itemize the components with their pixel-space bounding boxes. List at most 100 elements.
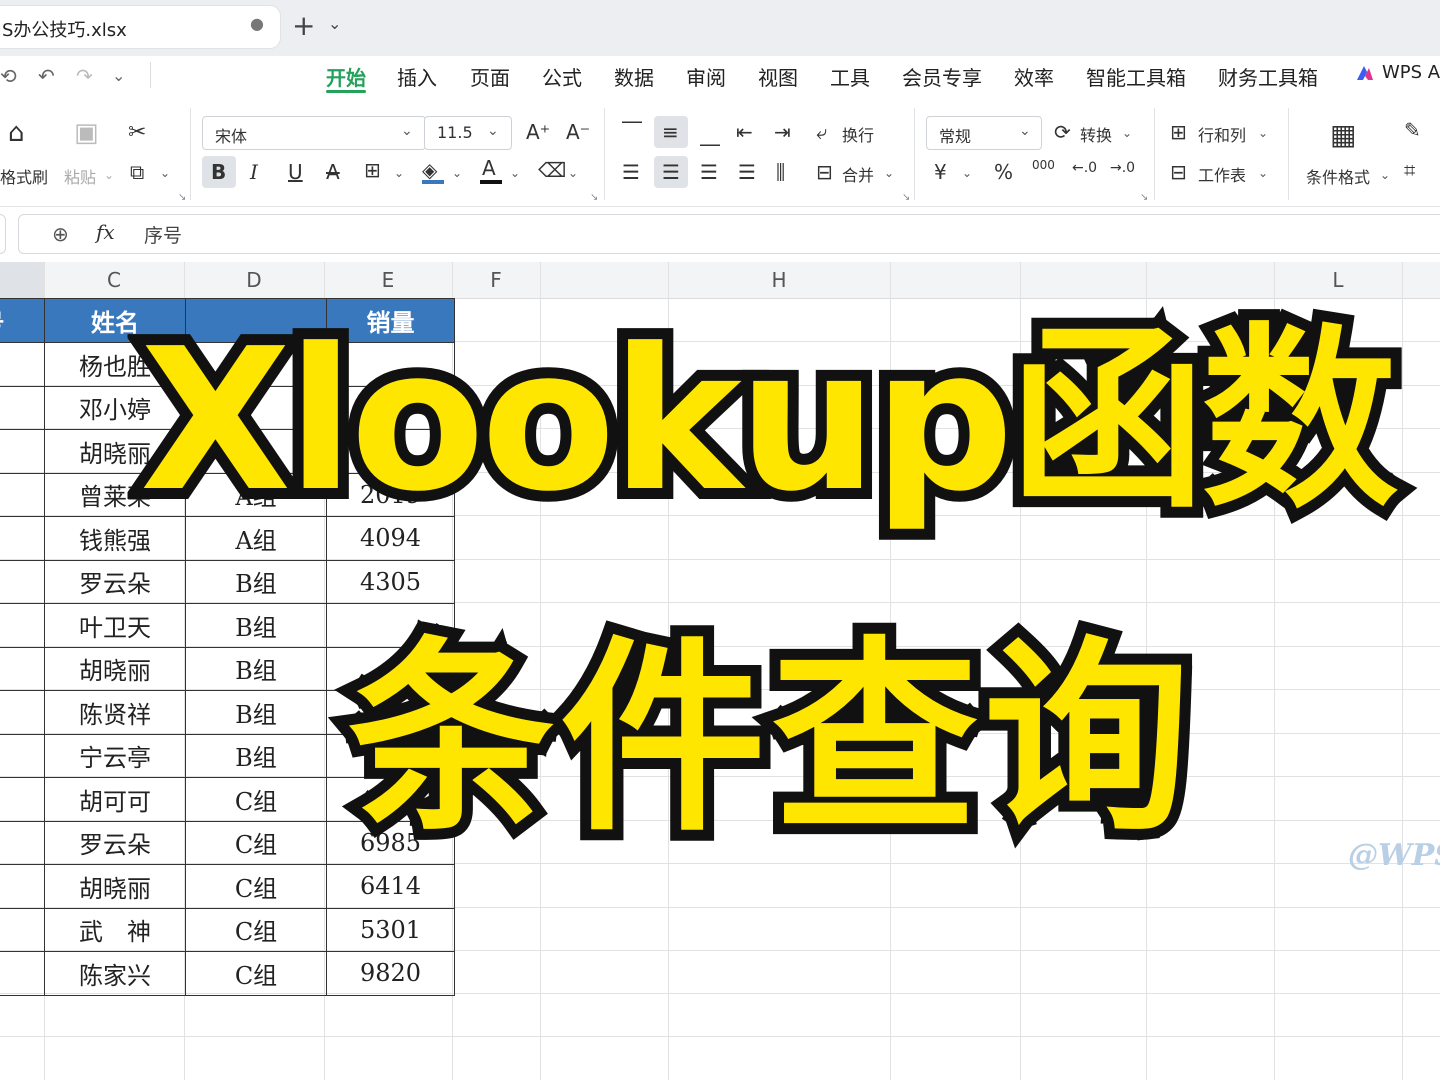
align-right-icon[interactable]: ☰ [700,160,718,184]
table-cell[interactable]: 0 [0,733,45,778]
justify-icon[interactable]: ☰ [738,160,756,184]
table-cell[interactable]: C组 [185,951,327,996]
table-format-icon[interactable]: ⌗ [1404,158,1415,182]
decrease-decimal-icon[interactable]: →.0 [1110,160,1135,176]
conditional-format-icon[interactable]: ▦ [1330,118,1356,151]
table-cell[interactable] [0,603,45,648]
table-cell[interactable]: 5 [0,951,45,996]
table-cell[interactable]: 2 [0,864,45,909]
currency-icon[interactable]: ¥ [934,160,947,184]
worksheet-label[interactable]: 工作表 [1198,162,1246,186]
convert-label[interactable]: 转换 [1080,122,1112,146]
dialog-launcher-icon[interactable]: ↘ [590,192,598,203]
selected-column-header[interactable] [0,262,44,298]
increase-decimal-icon[interactable]: ←.0 [1072,160,1097,176]
table-cell[interactable]: 1 [0,820,45,865]
convert-icon[interactable]: ⟳ [1054,120,1071,144]
chevron-down-icon[interactable]: ⌄ [1258,166,1268,180]
menu-smart-toolbox[interactable]: 智能工具箱 [1086,62,1186,91]
table-cell[interactable]: 9820 [326,951,455,996]
table-cell[interactable]: 宁云亭 [44,733,186,778]
bold-button[interactable]: B [211,160,226,184]
italic-button[interactable]: I [250,160,258,184]
chevron-down-icon[interactable]: ⌄ [1380,168,1390,182]
align-left-icon[interactable]: ☰ [622,160,640,184]
chevron-down-icon[interactable]: ⌄ [1122,126,1132,140]
redo-icon[interactable]: ↷ [76,64,93,88]
close-tab-icon[interactable]: ● [250,14,264,33]
table-header-cell[interactable]: 号 [0,298,45,343]
align-bottom-icon[interactable]: ⎽ [700,122,720,146]
table-cell[interactable] [0,342,45,387]
table-cell[interactable]: C组 [185,820,327,865]
dialog-launcher-icon[interactable]: ↘ [1140,192,1148,203]
table-cell[interactable] [0,516,45,561]
chevron-down-icon[interactable]: ⌄ [160,166,170,180]
chevron-down-icon[interactable]: ⌄ [962,166,972,180]
underline-button[interactable]: U [288,160,303,184]
table-cell[interactable]: 4 [0,907,45,952]
paste-icon[interactable]: ▣ [74,118,99,148]
menu-member[interactable]: 会员专享 [902,62,982,91]
chevron-down-icon[interactable]: ⌄ [452,166,462,180]
table-cell[interactable] [0,646,45,691]
font-color-icon[interactable]: A [482,156,496,180]
table-cell[interactable] [0,385,45,430]
document-tab[interactable]: S办公技巧.xlsx ● [0,6,280,48]
wrap-text-label[interactable]: 换行 [842,122,874,146]
menu-page[interactable]: 页面 [470,62,510,91]
table-cell[interactable]: 3 [0,777,45,822]
chevron-down-icon[interactable]: ⌄ [884,166,894,180]
chevron-down-icon[interactable]: ⌄ [104,168,114,182]
table-cell[interactable]: B组 [185,559,327,604]
number-format-select[interactable]: 常规 ⌄ [926,116,1042,150]
table-cell[interactable] [0,472,45,517]
table-cell[interactable]: C组 [185,864,327,909]
table-cell[interactable]: 6414 [326,864,455,909]
percent-icon[interactable]: % [994,160,1013,184]
table-cell[interactable]: C组 [185,777,327,822]
decrease-font-icon[interactable]: A⁻ [566,120,590,144]
table-cell[interactable]: B组 [185,646,327,691]
rows-cols-icon[interactable]: ⊞ [1170,120,1187,144]
format-painter-label[interactable]: 格式刷 [0,164,48,188]
function-icon[interactable]: fx [96,220,115,244]
table-cell[interactable]: 叶卫天 [44,603,186,648]
menu-review[interactable]: 审阅 [686,62,726,91]
menu-tools[interactable]: 工具 [830,62,870,91]
menu-view[interactable]: 视图 [758,62,798,91]
menu-finance-toolbox[interactable]: 财务工具箱 [1218,62,1318,91]
table-cell[interactable]: 罗云朵 [44,820,186,865]
chevron-down-icon[interactable]: ⌄ [394,166,404,180]
new-tab-button[interactable]: + [292,9,315,42]
conditional-format-label[interactable]: 条件格式 [1306,164,1370,188]
menu-data[interactable]: 数据 [614,62,654,91]
chevron-down-icon[interactable]: ⌄ [328,14,341,33]
table-cell[interactable] [0,429,45,474]
chevron-down-icon[interactable]: ⌄ [510,166,520,180]
undo-history-icon[interactable]: ⟲ [0,64,17,88]
merge-label[interactable]: 合并 [842,162,874,186]
rows-cols-label[interactable]: 行和列 [1198,122,1246,146]
menu-formula[interactable]: 公式 [542,62,582,91]
table-cell[interactable]: 胡晓丽 [44,864,186,909]
more-chevron-icon[interactable]: ⌄ [112,66,125,85]
table-cell[interactable]: B组 [185,733,327,778]
fill-color-icon[interactable]: ◈ [422,158,437,182]
cell-style-icon[interactable]: ✎ [1404,118,1421,142]
dialog-launcher-icon[interactable]: ↘ [178,192,186,203]
zoom-search-icon[interactable]: ⊕ [52,222,69,246]
table-cell[interactable]: 罗云朵 [44,559,186,604]
menu-insert[interactable]: 插入 [397,62,437,91]
font-size-select[interactable]: 11.5 ⌄ [424,116,512,150]
border-icon[interactable]: ⊞ [364,158,381,182]
undo-icon[interactable]: ↶ [38,64,55,88]
strikethrough-button[interactable]: A [326,160,340,184]
table-cell[interactable]: 5301 [326,907,455,952]
thousands-icon[interactable]: 000 [1032,158,1055,172]
format-painter-icon[interactable]: ⌂ [8,118,25,148]
align-center-icon[interactable]: ☰ [662,160,680,184]
paste-label[interactable]: 粘贴 [64,164,96,188]
eraser-icon[interactable]: ⌫ [538,158,566,182]
table-cell[interactable]: B组 [185,690,327,735]
